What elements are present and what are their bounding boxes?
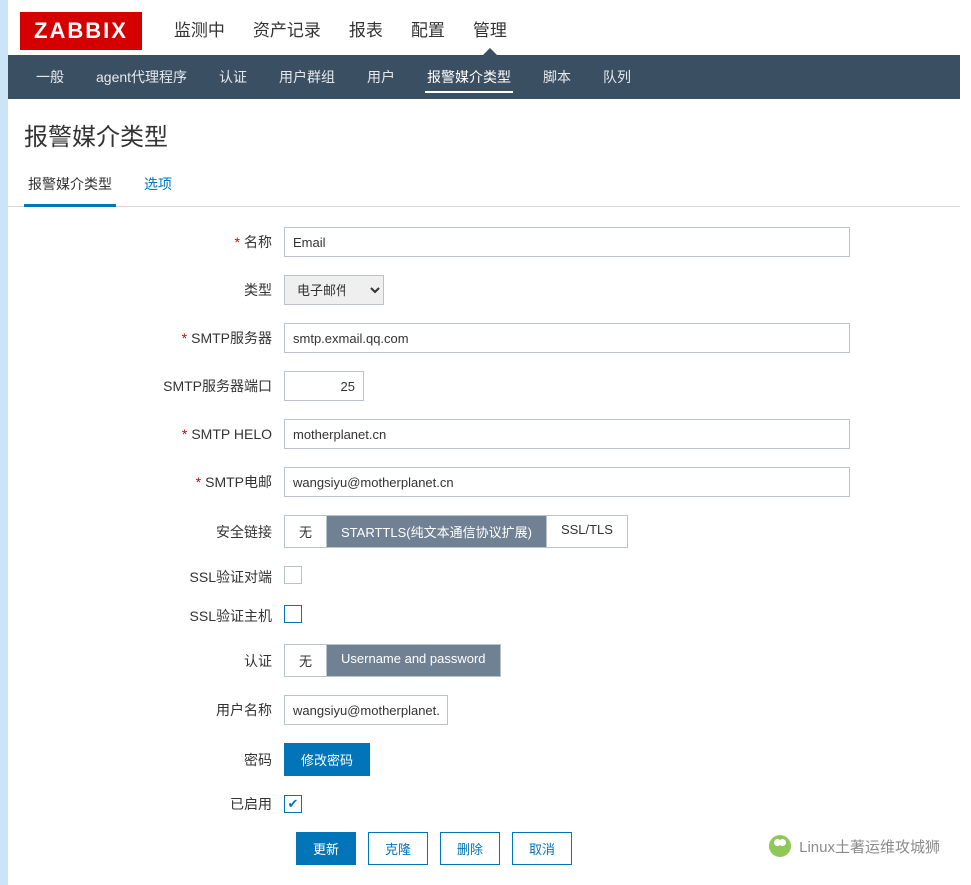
topnav-inventory[interactable]: 资产记录 xyxy=(239,6,335,55)
auth-userpass[interactable]: Username and password xyxy=(327,645,500,676)
smtp-helo-label: *SMTP HELO xyxy=(24,426,284,442)
name-label: *名称 xyxy=(24,232,284,252)
topnav-reports[interactable]: 报表 xyxy=(335,6,397,55)
subnav-users[interactable]: 用户 xyxy=(351,55,411,99)
ssl-host-checkbox[interactable] xyxy=(284,605,302,623)
smtp-server-input[interactable] xyxy=(284,323,850,353)
delete-button[interactable]: 删除 xyxy=(440,832,500,865)
tab-media-type[interactable]: 报警媒介类型 xyxy=(24,164,116,207)
zabbix-logo[interactable]: ZABBIX xyxy=(20,12,142,50)
watermark-text: Linux土著运维攻城狮 xyxy=(799,836,940,857)
security-starttls[interactable]: STARTTLS(纯文本通信协议扩展) xyxy=(327,516,547,547)
auth-label: 认证 xyxy=(24,651,284,671)
subnav-general[interactable]: 一般 xyxy=(20,55,80,99)
wechat-icon xyxy=(769,835,791,857)
smtp-server-label: *SMTP服务器 xyxy=(24,328,284,348)
subnav-scripts[interactable]: 脚本 xyxy=(527,55,587,99)
ssl-host-label: SSL验证主机 xyxy=(24,606,284,626)
ssl-peer-label: SSL验证对端 xyxy=(24,567,284,587)
clone-button[interactable]: 克隆 xyxy=(368,832,428,865)
topnav-configuration[interactable]: 配置 xyxy=(397,6,459,55)
page-title: 报警媒介类型 xyxy=(8,99,960,164)
subnav-user-groups[interactable]: 用户群组 xyxy=(263,55,351,99)
smtp-port-input[interactable] xyxy=(284,371,364,401)
topnav-monitoring[interactable]: 监测中 xyxy=(160,6,239,55)
smtp-email-input[interactable] xyxy=(284,467,850,497)
media-type-form: *名称 类型 电子邮件 *SMTP服务器 SMTP服务器端口 *SMTP HEL… xyxy=(8,207,960,885)
topnav-administration[interactable]: 管理 xyxy=(459,6,521,55)
security-segment: 无 STARTTLS(纯文本通信协议扩展) SSL/TLS xyxy=(284,515,628,548)
auth-segment: 无 Username and password xyxy=(284,644,501,677)
subnav-proxies[interactable]: agent代理程序 xyxy=(80,55,203,99)
username-label: 用户名称 xyxy=(24,700,284,720)
header: ZABBIX 监测中 资产记录 报表 配置 管理 xyxy=(8,0,960,55)
smtp-email-label: *SMTP电邮 xyxy=(24,472,284,492)
smtp-helo-input[interactable] xyxy=(284,419,850,449)
security-none[interactable]: 无 xyxy=(285,516,327,547)
security-ssltls[interactable]: SSL/TLS xyxy=(547,516,627,547)
subnav-queue[interactable]: 队列 xyxy=(587,55,647,99)
update-button[interactable]: 更新 xyxy=(296,832,356,865)
password-label: 密码 xyxy=(24,750,284,770)
username-input[interactable] xyxy=(284,695,448,725)
tabs: 报警媒介类型 选项 xyxy=(8,164,960,207)
security-label: 安全链接 xyxy=(24,522,284,542)
watermark: Linux土著运维攻城狮 xyxy=(769,835,940,857)
name-input[interactable] xyxy=(284,227,850,257)
type-label: 类型 xyxy=(24,280,284,300)
cancel-button[interactable]: 取消 xyxy=(512,832,572,865)
enabled-checkbox[interactable]: ✔ xyxy=(284,795,302,813)
type-select[interactable]: 电子邮件 xyxy=(284,275,384,305)
sub-nav: 一般 agent代理程序 认证 用户群组 用户 报警媒介类型 脚本 队列 xyxy=(8,55,960,99)
change-password-button[interactable]: 修改密码 xyxy=(284,743,370,776)
subnav-authentication[interactable]: 认证 xyxy=(203,55,263,99)
smtp-port-label: SMTP服务器端口 xyxy=(24,376,284,396)
top-nav: 监测中 资产记录 报表 配置 管理 xyxy=(160,6,521,55)
auth-none[interactable]: 无 xyxy=(285,645,327,676)
enabled-label: 已启用 xyxy=(24,794,284,814)
subnav-media-types[interactable]: 报警媒介类型 xyxy=(411,55,527,99)
tab-options[interactable]: 选项 xyxy=(140,164,176,206)
ssl-peer-checkbox[interactable] xyxy=(284,566,302,584)
